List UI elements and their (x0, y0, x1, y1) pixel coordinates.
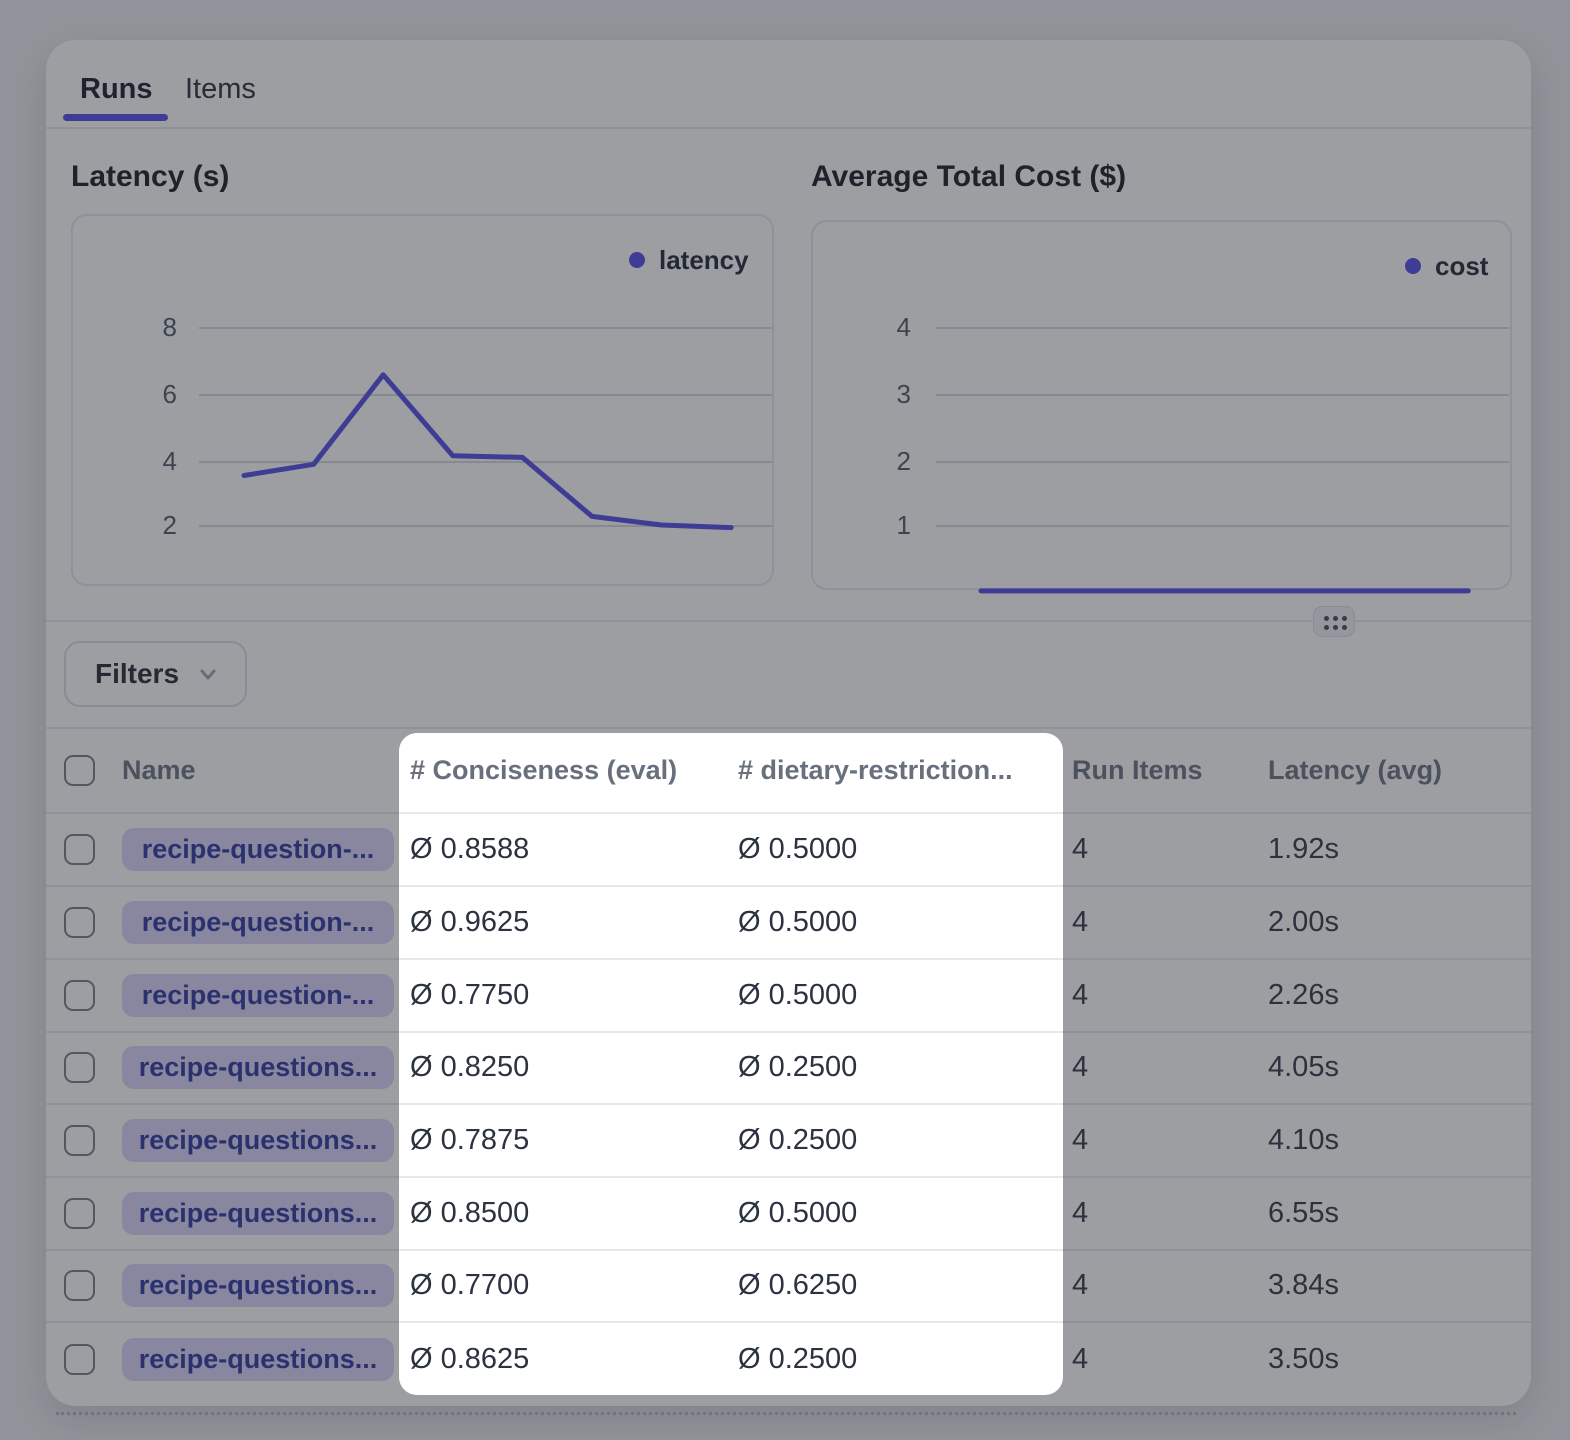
drag-handle[interactable] (1313, 606, 1355, 637)
run-items-value: 4 (1072, 1250, 1088, 1321)
dietary-value: Ø 0.5000 (738, 814, 857, 885)
run-name-badge[interactable]: recipe-questions... (122, 1119, 394, 1162)
dietary-value: Ø 0.5000 (738, 1178, 857, 1249)
column-header-name[interactable]: Name (122, 729, 196, 812)
row-checkbox[interactable] (64, 1344, 95, 1375)
row-checkbox[interactable] (64, 1125, 95, 1156)
row-checkbox[interactable] (64, 1052, 95, 1083)
run-name-badge[interactable]: recipe-questions... (122, 1046, 394, 1089)
run-items-value: 4 (1072, 1032, 1088, 1103)
page-background: { "tabs": [ { "label": "Runs", "active":… (0, 0, 1570, 1440)
conciseness-value: Ø 0.7750 (410, 960, 529, 1031)
latency-legend: latency (629, 244, 749, 276)
chevron-down-icon (195, 661, 221, 687)
row-checkbox[interactable] (64, 1198, 95, 1229)
conciseness-value: Ø 0.9625 (410, 887, 529, 958)
column-header-run-items[interactable]: Run Items (1072, 729, 1203, 812)
legend-label: latency (659, 245, 749, 276)
conciseness-value: Ø 0.8250 (410, 1032, 529, 1103)
dietary-value: Ø 0.2500 (738, 1032, 857, 1103)
legend-dot-icon (1405, 258, 1421, 274)
run-name-badge[interactable]: recipe-question-... (122, 974, 394, 1017)
dietary-value: Ø 0.2500 (738, 1323, 857, 1396)
tab-runs[interactable]: Runs (80, 72, 153, 106)
tabs-divider (46, 127, 1531, 129)
table-header-row: Name # Conciseness (eval) # dietary-rest… (46, 727, 1531, 814)
row-checkbox[interactable] (64, 907, 95, 938)
latency-value: 3.50s (1268, 1323, 1339, 1396)
dietary-value: Ø 0.6250 (738, 1250, 857, 1321)
conciseness-value: Ø 0.8500 (410, 1178, 529, 1249)
latency-value: 4.10s (1268, 1105, 1339, 1176)
table-row[interactable]: recipe-question-... Ø 0.9625 Ø 0.5000 4 … (46, 887, 1531, 960)
tab-items[interactable]: Items (185, 72, 256, 106)
cost-legend: cost (1405, 250, 1488, 282)
conciseness-value: Ø 0.8588 (410, 814, 529, 885)
latency-value: 3.84s (1268, 1250, 1339, 1321)
cost-chart-title: Average Total Cost ($) (811, 158, 1126, 196)
run-items-value: 4 (1072, 814, 1088, 885)
runs-panel-card: Runs Items Latency (s) Average Total Cos… (46, 40, 1531, 1406)
latency-line (244, 375, 731, 528)
run-items-value: 4 (1072, 1323, 1088, 1396)
cost-chart: 4 3 2 1 cost (811, 220, 1512, 590)
table-row[interactable]: recipe-questions... Ø 0.8625 Ø 0.2500 4 … (46, 1323, 1531, 1396)
run-name-badge[interactable]: recipe-question-... (122, 828, 394, 871)
latency-chart: 8 6 4 2 latency (71, 214, 774, 586)
table-row[interactable]: recipe-question-... Ø 0.8588 Ø 0.5000 4 … (46, 814, 1531, 887)
resize-hint-dotted-line (56, 1412, 1516, 1415)
table-row[interactable]: recipe-question-... Ø 0.7750 Ø 0.5000 4 … (46, 960, 1531, 1033)
latency-value: 1.92s (1268, 814, 1339, 885)
run-name-badge[interactable]: recipe-questions... (122, 1192, 394, 1235)
table-row[interactable]: recipe-questions... Ø 0.8500 Ø 0.5000 4 … (46, 1178, 1531, 1251)
latency-chart-title: Latency (s) (71, 158, 229, 196)
table-row[interactable]: recipe-questions... Ø 0.7875 Ø 0.2500 4 … (46, 1105, 1531, 1178)
select-all-checkbox[interactable] (64, 755, 95, 786)
run-name-badge[interactable]: recipe-questions... (122, 1264, 394, 1307)
column-header-dietary-restriction[interactable]: # dietary-restriction... (738, 729, 1013, 812)
drag-handle-dots-icon (1324, 616, 1329, 621)
row-checkbox[interactable] (64, 834, 95, 865)
conciseness-value: Ø 0.7700 (410, 1250, 529, 1321)
latency-value: 2.26s (1268, 960, 1339, 1031)
table-row[interactable]: recipe-questions... Ø 0.8250 Ø 0.2500 4 … (46, 1032, 1531, 1105)
charts-divider (46, 620, 1531, 622)
legend-dot-icon (629, 252, 645, 268)
latency-value: 6.55s (1268, 1178, 1339, 1249)
run-name-badge[interactable]: recipe-question-... (122, 901, 394, 944)
filters-label: Filters (95, 658, 179, 690)
run-items-value: 4 (1072, 1178, 1088, 1249)
row-checkbox[interactable] (64, 980, 95, 1011)
latency-value: 4.05s (1268, 1032, 1339, 1103)
run-name-badge[interactable]: recipe-questions... (122, 1338, 394, 1381)
dietary-value: Ø 0.5000 (738, 887, 857, 958)
run-items-value: 4 (1072, 960, 1088, 1031)
column-header-latency-avg[interactable]: Latency (avg) (1268, 729, 1442, 812)
legend-label: cost (1435, 251, 1488, 282)
column-header-conciseness[interactable]: # Conciseness (eval) (410, 729, 677, 812)
table-row[interactable]: recipe-questions... Ø 0.7700 Ø 0.6250 4 … (46, 1250, 1531, 1323)
row-checkbox[interactable] (64, 1270, 95, 1301)
conciseness-value: Ø 0.8625 (410, 1323, 529, 1396)
active-tab-underline (63, 114, 168, 121)
latency-value: 2.00s (1268, 887, 1339, 958)
dietary-value: Ø 0.5000 (738, 960, 857, 1031)
conciseness-value: Ø 0.7875 (410, 1105, 529, 1176)
run-items-value: 4 (1072, 887, 1088, 958)
run-items-value: 4 (1072, 1105, 1088, 1176)
filters-button[interactable]: Filters (64, 641, 247, 707)
dietary-value: Ø 0.2500 (738, 1105, 857, 1176)
